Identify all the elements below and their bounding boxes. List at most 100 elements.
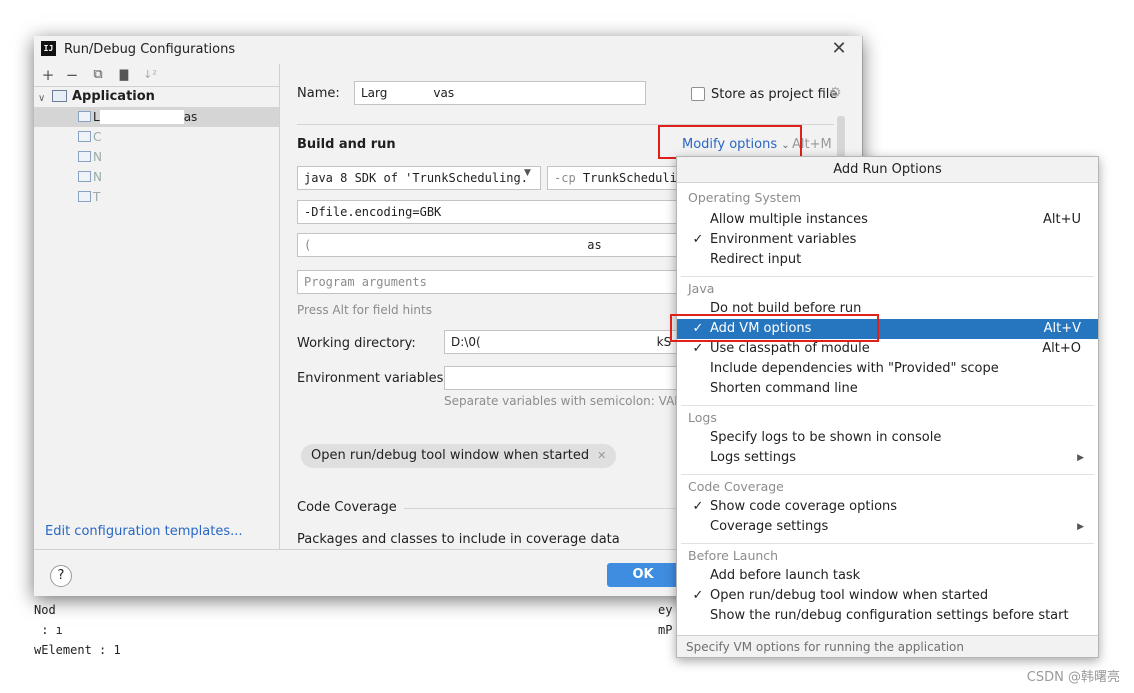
ok-button[interactable]: OK [607, 563, 679, 587]
check-icon: ✓ [692, 499, 704, 514]
main-class-prefix: ( [304, 238, 312, 252]
classpath-select[interactable]: -cp TrunkSchedulin [547, 166, 697, 190]
menu-item-coverage-settings[interactable]: Coverage settings ▶ [677, 517, 1098, 537]
tree-child[interactable]: N [34, 167, 279, 187]
modify-options-link[interactable]: Modify options ⌄ [682, 137, 790, 152]
tree-child[interactable]: N [34, 147, 279, 167]
program-arguments-placeholder: Program arguments [304, 275, 427, 289]
add-icon[interactable]: + [39, 66, 57, 84]
console-line-right: mP [658, 623, 673, 637]
menu-item-label: Add before launch task [710, 568, 861, 583]
tree-child-label-prefix: L [93, 110, 100, 124]
menu-item-label: Show code coverage options [710, 499, 898, 514]
tool-window-option-chip[interactable]: Open run/debug tool window when started ✕ [301, 444, 617, 468]
tree-child[interactable]: C [34, 127, 279, 147]
edit-templates-link[interactable]: Edit configuration templates... [45, 524, 243, 539]
redacted-area [99, 110, 184, 124]
environment-variables-input[interactable] [444, 366, 697, 390]
environment-variables-hint: Separate variables with semicolon: VAR [444, 394, 683, 408]
name-input-prefix: Larg [361, 86, 388, 100]
menu-item-add-before-launch-task[interactable]: Add before launch task [677, 566, 1098, 586]
name-label: Name: [297, 86, 340, 101]
working-directory-input[interactable]: D:\0(kS [444, 330, 697, 354]
menu-item-shortcut: Alt+O [1042, 341, 1081, 356]
menu-item-label: Allow multiple instances [710, 212, 868, 227]
add-run-options-popup: Add Run Options Operating System Allow m… [676, 156, 1099, 658]
group-title-code-coverage: Code Coverage [688, 479, 784, 494]
working-directory-label: Working directory: [297, 336, 416, 351]
close-icon[interactable]: ✕ [828, 38, 850, 60]
menu-item-label: Show the run/debug configuration setting… [710, 608, 1069, 623]
store-as-project-checkbox[interactable] [691, 87, 705, 101]
menu-item-open-tool-window[interactable]: ✓ Open run/debug tool window when starte… [677, 586, 1098, 606]
chevron-down-icon[interactable]: ∨ [38, 89, 52, 109]
remove-icon[interactable]: − [63, 66, 81, 84]
copy-icon[interactable]: ⧉ [89, 66, 107, 84]
group-title-logs: Logs [688, 410, 717, 425]
menu-item-label: Logs settings [710, 450, 796, 465]
name-input[interactable]: Larg vas [354, 81, 646, 105]
menu-item-allow-multiple-instances[interactable]: Allow multiple instances Alt+U [677, 210, 1098, 230]
menu-item-specify-logs[interactable]: Specify logs to be shown in console [677, 428, 1098, 448]
menu-item-label: Environment variables [710, 232, 857, 247]
menu-item-label: Shorten command line [710, 381, 858, 396]
menu-item-label: Redirect input [710, 252, 802, 267]
menu-item-label: Add VM options [710, 321, 812, 336]
modify-options-shortcut: Alt+M [792, 137, 832, 152]
group-separator [681, 276, 1094, 277]
menu-item-do-not-build[interactable]: Do not build before run [677, 299, 1098, 319]
config-icon [78, 190, 91, 202]
field-hint: Press Alt for field hints [297, 303, 432, 317]
group-title-before-launch: Before Launch [688, 548, 779, 563]
popup-footer-hint: Specify VM options for running the appli… [677, 635, 1098, 657]
folder-icon[interactable]: ▇ [115, 66, 133, 84]
gear-icon[interactable]: ⚙ [829, 85, 842, 101]
help-icon[interactable]: ? [50, 565, 72, 587]
menu-item-logs-settings[interactable]: Logs settings ▶ [677, 448, 1098, 468]
check-icon: ✓ [692, 588, 704, 603]
chip-label: Open run/debug tool window when started [311, 448, 590, 463]
close-icon[interactable]: ✕ [597, 449, 606, 462]
classpath-prefix: -cp [554, 171, 576, 185]
watermark: CSDN @韩曙亮 [1026, 670, 1120, 685]
configurations-tree-pane: + − ⧉ ▇ ↓² ∨ Application Las C N N T Edi… [34, 64, 280, 549]
chevron-right-icon: ▶ [1077, 522, 1084, 532]
chevron-down-icon[interactable]: ▼ [524, 168, 531, 178]
program-arguments-input[interactable]: Program arguments [297, 270, 697, 294]
classpath-value: TrunkSchedulin [582, 171, 685, 185]
menu-item-show-settings-before-start[interactable]: Show the run/debug configuration setting… [677, 606, 1098, 626]
tree-child-selected[interactable]: Las [34, 107, 279, 127]
menu-item-shorten-command-line[interactable]: Shorten command line [677, 379, 1098, 399]
vm-options-input[interactable]: -Dfile.encoding=GBK [297, 200, 697, 224]
menu-item-label: Open run/debug tool window when started [710, 588, 989, 603]
jdk-select[interactable]: java 8 SDK of 'TrunkScheduling. [297, 166, 541, 190]
menu-item-environment-variables[interactable]: ✓ Environment variables [677, 230, 1098, 250]
sort-icon[interactable]: ↓² [141, 66, 159, 84]
name-input-suffix: vas [433, 86, 455, 100]
menu-item-shortcut: Alt+U [1042, 212, 1081, 227]
tree-child[interactable]: T [34, 187, 279, 207]
store-as-project-label: Store as project file [711, 87, 838, 102]
code-coverage-label: Code Coverage [297, 500, 397, 515]
menu-item-add-vm-options[interactable]: ✓ Add VM options Alt+V [677, 319, 1098, 339]
config-icon [78, 110, 91, 122]
console-line: : ı [34, 623, 63, 637]
main-class-input[interactable]: (as [297, 233, 697, 257]
console-line: wElement : 1 [34, 643, 121, 657]
tree-toolbar: + − ⧉ ▇ ↓² [34, 64, 279, 87]
tree-node-label: Application [72, 89, 155, 104]
working-dir-suffix: kS [656, 335, 672, 349]
tree-child-label: N [93, 150, 102, 164]
menu-item-include-provided-deps[interactable]: Include dependencies with "Provided" sco… [677, 359, 1098, 379]
menu-item-redirect-input[interactable]: Redirect input [677, 250, 1098, 270]
separator [404, 508, 684, 509]
menu-item-label: Specify logs to be shown in console [710, 430, 942, 445]
console-line: Nod [34, 603, 56, 617]
menu-item-show-coverage-options[interactable]: ✓ Show code coverage options [677, 497, 1098, 517]
tree-child-label: C [93, 130, 102, 144]
menu-item-use-classpath-of-module[interactable]: ✓ Use classpath of module Alt+O [677, 339, 1098, 359]
separator [297, 124, 834, 125]
application-icon [52, 90, 67, 102]
tree-node-application[interactable]: ∨ Application [38, 87, 155, 107]
environment-variables-label: Environment variables: [297, 371, 448, 386]
